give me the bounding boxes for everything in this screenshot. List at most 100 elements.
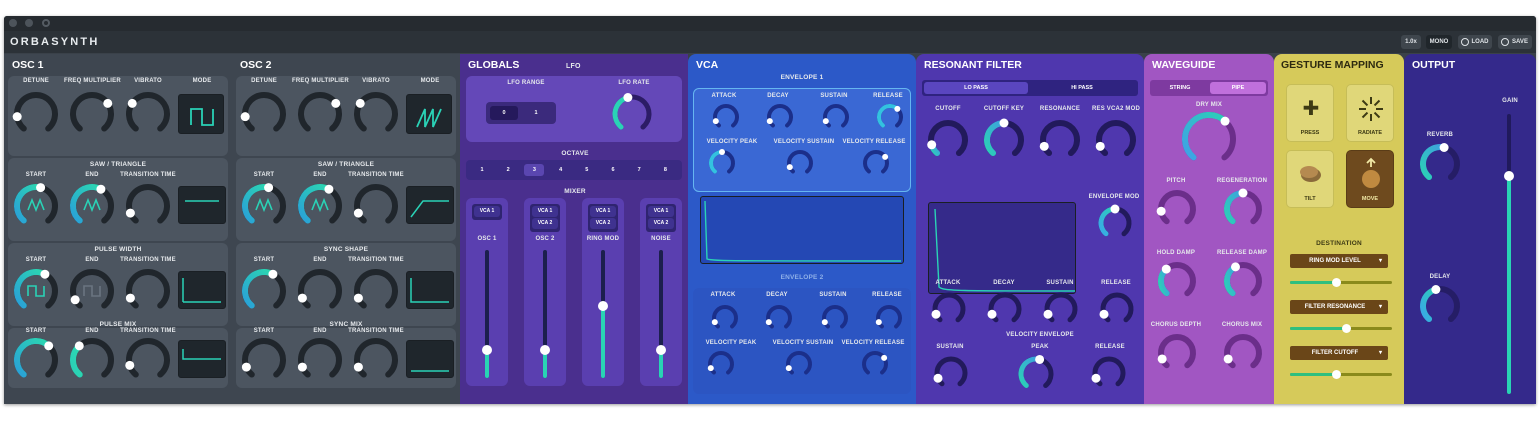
octave-option-3[interactable]: 3 xyxy=(524,164,545,176)
vca-env2-vel-knob-0[interactable] xyxy=(707,350,735,378)
load-button[interactable]: LOAD xyxy=(1458,35,1492,49)
octave-option-5[interactable]: 5 xyxy=(577,164,597,176)
osc2-knob-0-1[interactable] xyxy=(298,184,342,228)
vca-env2-vel-knob-1[interactable] xyxy=(785,350,813,378)
filter-mode-lo-pass[interactable]: LO PASS xyxy=(924,82,1028,94)
filter-env-knob-0[interactable] xyxy=(931,292,966,326)
destination-amount-thumb-2[interactable] xyxy=(1331,370,1341,379)
destination-amount-slider-2[interactable] xyxy=(1290,370,1392,379)
osc1-knob-2-2[interactable] xyxy=(125,338,170,382)
destination-amount-slider-0[interactable] xyxy=(1290,278,1392,287)
destination-dropdown-2[interactable]: FILTER CUTOFF ▾ xyxy=(1290,346,1388,360)
osc2-knob-2-1[interactable] xyxy=(297,338,342,382)
osc1-top-knob-2[interactable] xyxy=(126,92,170,136)
waveguide-mode-string[interactable]: STRING xyxy=(1152,82,1208,94)
vca-env1-knob-0[interactable] xyxy=(712,103,740,131)
route-button-vca-1[interactable]: VCA 1 xyxy=(648,206,674,217)
filter-env-knob-2[interactable] xyxy=(1043,292,1078,326)
filter-top-knob-1[interactable] xyxy=(984,118,1024,160)
mixer-fader-2[interactable] xyxy=(598,250,608,378)
filter-vel-release-knob[interactable] xyxy=(1091,356,1126,390)
waveguide-mode-selector[interactable]: STRING PIPE xyxy=(1150,80,1268,96)
filter-top-knob-0[interactable] xyxy=(927,120,968,160)
osc2-knob-1-2[interactable] xyxy=(353,269,398,313)
vca-env2-knob-1[interactable] xyxy=(765,304,793,332)
mixer-fader-1[interactable] xyxy=(540,250,550,378)
mono-button[interactable]: MONO xyxy=(1426,35,1452,49)
waveguide-knob-2[interactable] xyxy=(1158,262,1196,300)
osc1-top-knob-1[interactable] xyxy=(70,92,114,136)
osc1-knob-2-0[interactable] xyxy=(14,338,58,382)
gesture-button-tilt[interactable]: TILT xyxy=(1286,150,1334,208)
lfo-rate-knob[interactable] xyxy=(612,93,652,134)
filter-env-knob-1[interactable] xyxy=(987,292,1022,326)
vca-env1-vel-knob-0[interactable] xyxy=(708,149,736,177)
mixer-fader-3[interactable] xyxy=(656,250,666,378)
minimize-icon[interactable] xyxy=(25,19,33,27)
mixer-fader-thumb-3[interactable] xyxy=(656,344,666,355)
osc1-knob-2-1[interactable] xyxy=(70,338,114,382)
settings-icon[interactable] xyxy=(42,19,50,27)
waveguide-knob-3[interactable] xyxy=(1224,262,1262,300)
destination-amount-thumb-0[interactable] xyxy=(1331,278,1341,287)
lfo-range-option-0[interactable]: 0 xyxy=(490,106,518,120)
destination-amount-thumb-1[interactable] xyxy=(1342,324,1352,333)
filter-top-knob-2[interactable] xyxy=(1039,120,1080,160)
destination-dropdown-0[interactable]: RING MOD LEVEL ▾ xyxy=(1290,254,1388,268)
vca-env2-knob-3[interactable] xyxy=(875,304,903,332)
osc2-top-knob-0[interactable] xyxy=(240,92,286,136)
dry-mix-knob[interactable] xyxy=(1182,112,1236,166)
osc2-mode-selector[interactable] xyxy=(406,94,452,134)
osc1-knob-0-2[interactable] xyxy=(125,184,170,228)
reverb-knob[interactable] xyxy=(1420,143,1460,184)
osc1-display-1[interactable] xyxy=(178,271,226,309)
osc2-knob-2-2[interactable] xyxy=(353,338,398,382)
gain-fader-thumb[interactable] xyxy=(1504,170,1514,181)
route-button-vca-2[interactable]: VCA 2 xyxy=(648,218,674,229)
osc2-knob-2-0[interactable] xyxy=(241,338,286,382)
osc2-knob-0-2[interactable] xyxy=(353,184,398,228)
mixer-fader-thumb-1[interactable] xyxy=(540,344,550,355)
octave-option-4[interactable]: 4 xyxy=(551,164,571,176)
mixer-fader-0[interactable] xyxy=(482,250,492,378)
osc1-knob-1-2[interactable] xyxy=(125,269,170,313)
vca-env1-vel-knob-1[interactable] xyxy=(786,149,814,177)
vca-env1-vel-knob-2[interactable] xyxy=(862,149,890,177)
vca-env2-knob-2[interactable] xyxy=(821,304,849,332)
filter-vel-peak-knob[interactable] xyxy=(1018,354,1054,392)
osc2-display-1[interactable] xyxy=(406,271,454,309)
osc2-display-0[interactable] xyxy=(406,186,454,224)
route-button-vca-1[interactable]: VCA 1 xyxy=(474,206,500,217)
mixer-fader-thumb-2[interactable] xyxy=(598,301,608,312)
delay-knob[interactable] xyxy=(1420,285,1460,326)
octave-option-7[interactable]: 7 xyxy=(629,164,649,176)
waveguide-mode-pipe[interactable]: PIPE xyxy=(1210,82,1266,94)
gesture-button-radiate[interactable]: RADIATE xyxy=(1346,84,1394,142)
osc1-display-2[interactable] xyxy=(178,340,226,378)
octave-option-2[interactable]: 2 xyxy=(498,164,518,176)
gain-fader[interactable] xyxy=(1504,114,1514,394)
filter-env-knob-3[interactable] xyxy=(1099,292,1134,326)
close-icon[interactable] xyxy=(9,19,17,27)
filter-env-mod-knob[interactable] xyxy=(1098,204,1132,240)
mixer-fader-thumb-0[interactable] xyxy=(482,344,492,355)
filter-vel-sustain-knob[interactable] xyxy=(933,356,968,390)
vca-env1-knob-1[interactable] xyxy=(766,103,794,131)
osc2-knob-0-0[interactable] xyxy=(242,183,286,228)
save-button[interactable]: SAVE xyxy=(1498,35,1532,49)
filter-mode-hi-pass[interactable]: HI PASS xyxy=(1030,82,1134,94)
vca-envelope-display[interactable] xyxy=(700,196,904,264)
osc1-mode-selector[interactable] xyxy=(178,94,224,134)
osc2-knob-1-0[interactable] xyxy=(242,269,286,313)
osc2-display-2[interactable] xyxy=(406,340,454,378)
destination-amount-slider-1[interactable] xyxy=(1290,324,1392,333)
vca-env1-knob-2[interactable] xyxy=(822,103,850,131)
osc1-knob-0-1[interactable] xyxy=(70,184,114,228)
waveguide-knob-4[interactable] xyxy=(1157,334,1196,372)
octave-selector[interactable]: 12345678 xyxy=(466,160,682,180)
gesture-button-move[interactable]: MOVE xyxy=(1346,150,1394,208)
octave-option-8[interactable]: 8 xyxy=(655,164,675,176)
filter-top-knob-3[interactable] xyxy=(1095,120,1136,160)
octave-option-6[interactable]: 6 xyxy=(603,164,623,176)
destination-dropdown-1[interactable]: FILTER RESONANCE ▾ xyxy=(1290,300,1388,314)
